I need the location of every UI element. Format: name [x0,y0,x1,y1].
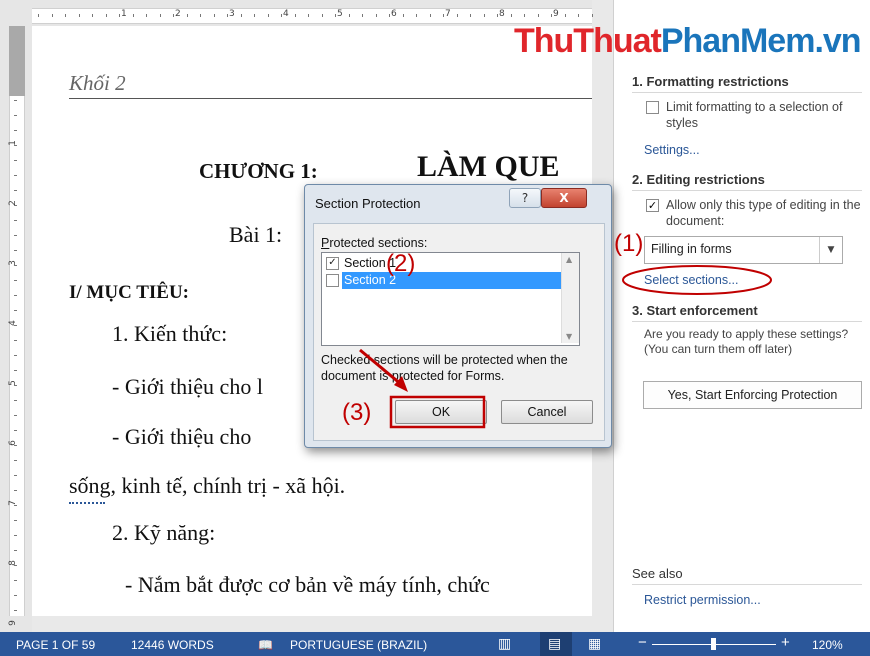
zoom-in-button[interactable]: + [781,634,790,651]
annotation-1: (1) [614,230,644,257]
annotation-ellipse [622,265,772,295]
annotation-box [389,395,486,429]
print-layout-icon[interactable]: ▤ [548,635,561,652]
annotation-arrow [359,348,403,387]
language-indicator[interactable]: PORTUGUESE (BRAZIL) [290,638,427,652]
proofing-icon[interactable]: 📖 [258,638,273,652]
zoom-out-button[interactable]: − [638,634,647,651]
zoom-slider-thumb[interactable] [711,638,716,650]
annotation-overlay [359,265,772,429]
status-bar: PAGE 1 OF 59 12446 WORDS 📖 PORTUGUESE (B… [0,632,870,656]
word-count[interactable]: 12446 WORDS [131,638,214,652]
web-layout-icon[interactable]: ▦ [588,635,601,652]
annotation-2: (2) [386,250,416,277]
annotation-3: (3) [342,399,372,426]
read-mode-icon[interactable]: ▥ [498,635,511,652]
page-count[interactable]: PAGE 1 OF 59 [16,638,95,652]
zoom-level[interactable]: 120% [812,638,843,652]
